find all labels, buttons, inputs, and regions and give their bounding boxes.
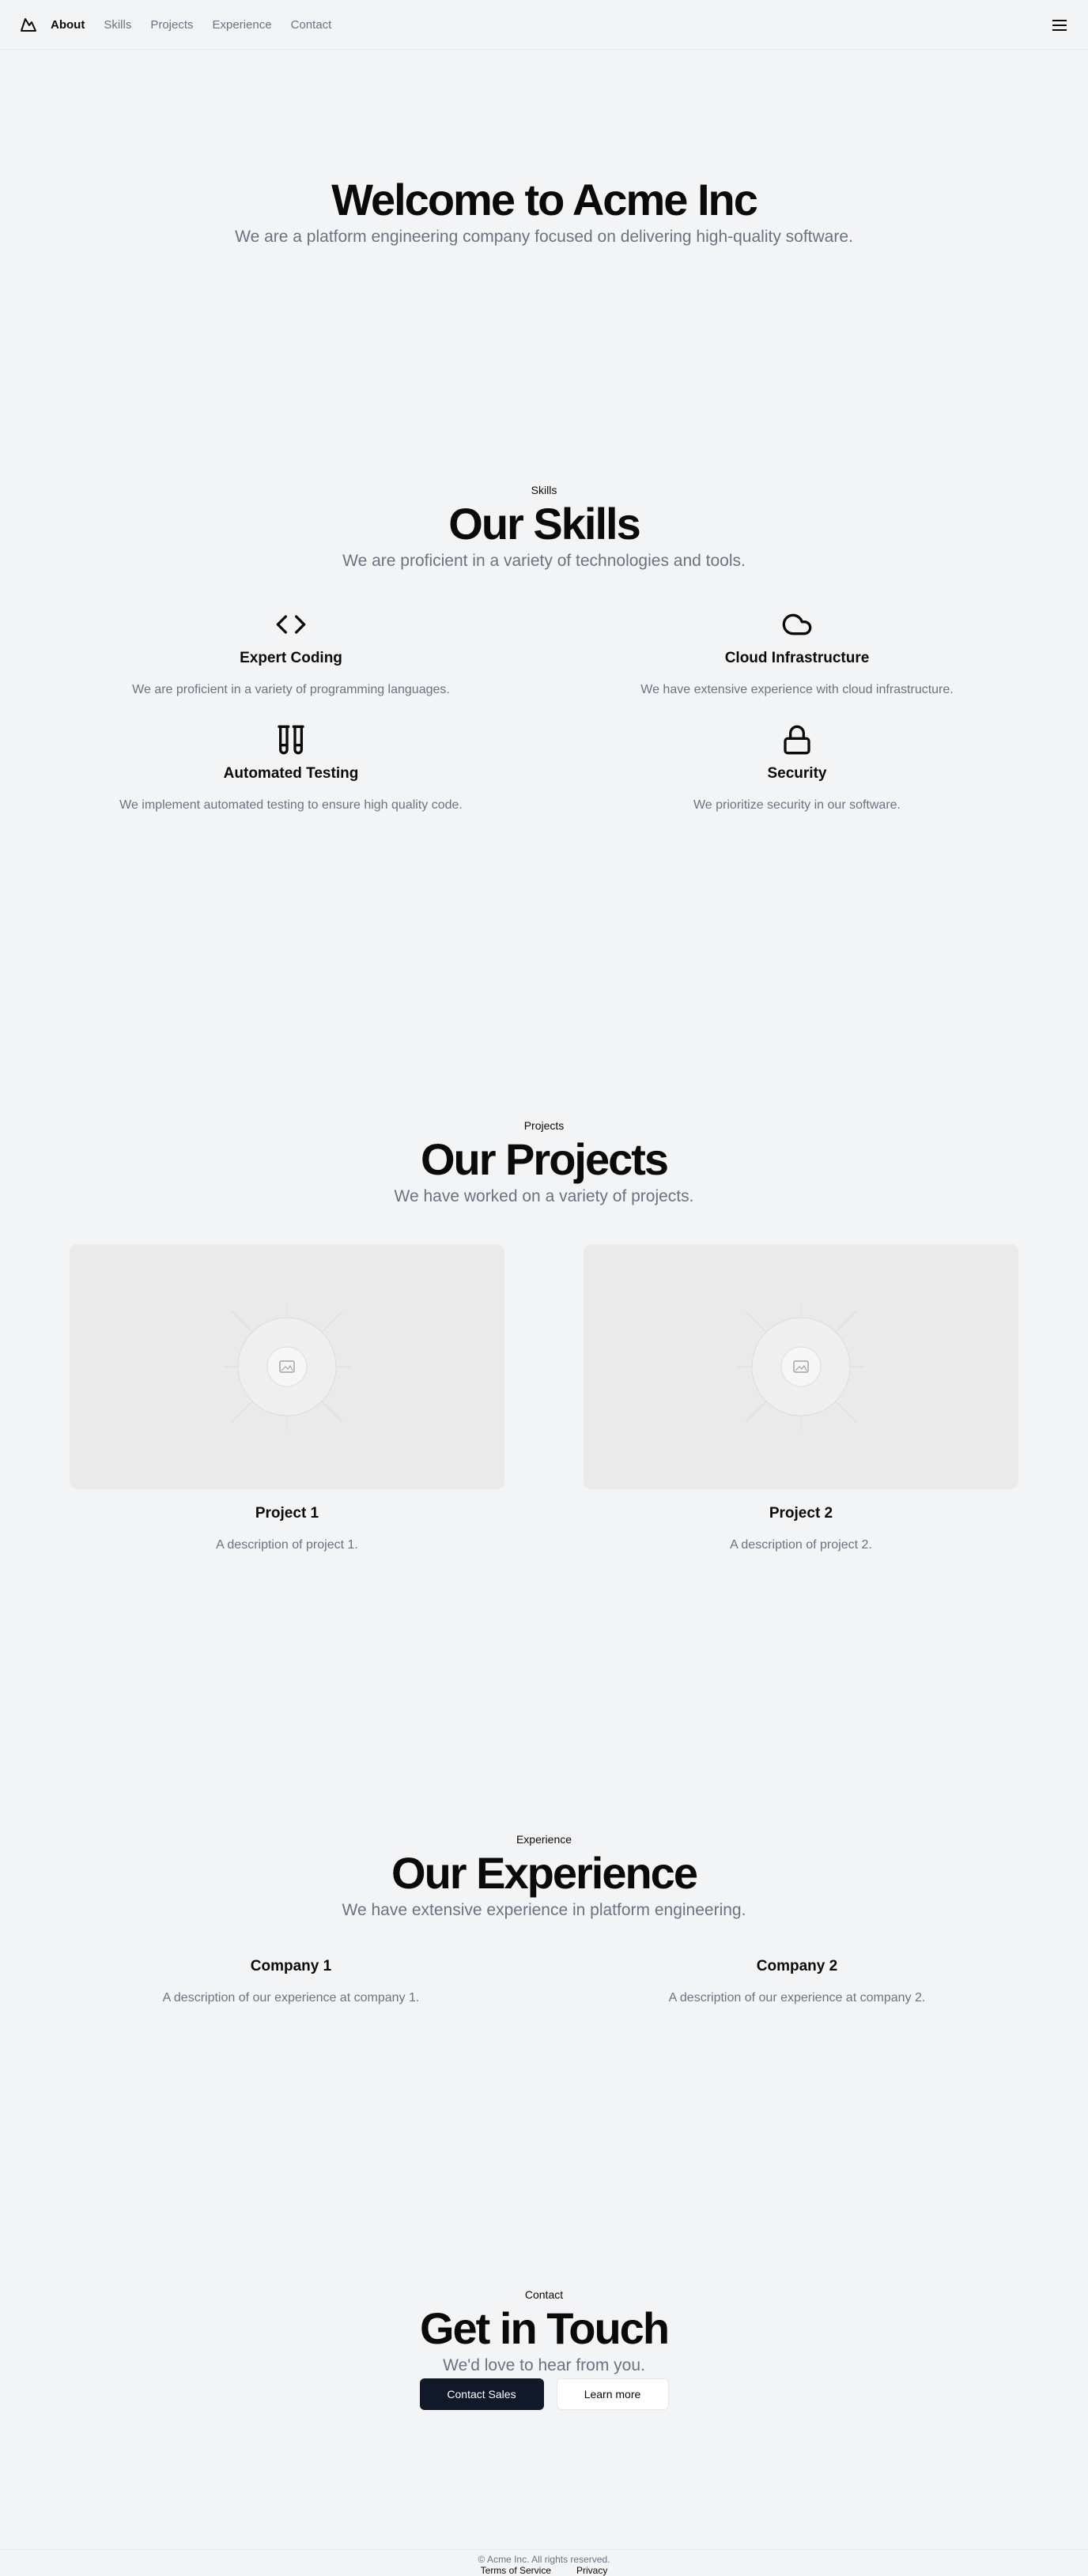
skill-card: Security We prioritize security in our s… <box>576 724 1018 813</box>
code-icon <box>70 609 512 640</box>
cloud-icon <box>576 609 1018 640</box>
hero-title: Welcome to Acme Inc <box>331 175 758 224</box>
projects-grid: Project 1 A description of project 1. Pr… <box>0 1243 1088 1552</box>
experience-section: Experience Our Experience We have extens… <box>0 1833 1088 2005</box>
nav-item-experience[interactable]: Experience <box>213 18 272 32</box>
skill-card: Cloud Infrastructure We have extensive e… <box>576 609 1018 697</box>
contact-sales-button[interactable]: Contact Sales <box>419 2378 544 2410</box>
experience-subtitle: We have extensive experience in platform… <box>342 1900 746 1919</box>
test-tubes-icon <box>70 724 512 756</box>
project-title: Project 2 <box>769 1504 833 1522</box>
nav-item-contact[interactable]: Contact <box>291 18 332 32</box>
nav-item-skills[interactable]: Skills <box>104 18 131 32</box>
experience-grid: Company 1 A description of our experienc… <box>0 1958 1088 2005</box>
project-text: A description of project 1. <box>216 1537 358 1552</box>
skill-text: We implement automated testing to ensure… <box>119 798 463 812</box>
nav-item-about[interactable]: About <box>51 18 85 32</box>
projects-subtitle: We have worked on a variety of projects. <box>394 1186 694 1205</box>
skill-title: Security <box>767 764 827 782</box>
hero-subtitle: We are a platform engineering company fo… <box>235 227 853 246</box>
contact-title: Get in Touch <box>419 2303 670 2353</box>
skill-title: Expert Coding <box>240 649 342 666</box>
project-card[interactable]: Project 2 A description of project 2. <box>584 1243 1018 1552</box>
experience-text: A description of our experience at compa… <box>668 1990 926 2005</box>
copyright-text: © Acme Inc. All rights reserved. <box>478 2554 610 2565</box>
contact-buttons: Contact Sales Learn more <box>0 2378 1088 2410</box>
lock-icon <box>576 724 1018 756</box>
experience-text: A description of our experience at compa… <box>162 1990 420 2005</box>
project-image-placeholder <box>70 1243 504 1489</box>
site-footer: © Acme Inc. All rights reserved. Terms o… <box>0 2549 1088 2576</box>
skill-card: Automated Testing We implement automated… <box>70 724 512 813</box>
mountain-icon[interactable] <box>19 15 38 34</box>
skills-section: Skills Our Skills We are proficient in a… <box>0 484 1088 813</box>
skills-grid: Expert Coding We are proficient in a var… <box>0 609 1088 813</box>
nav-item-projects[interactable]: Projects <box>150 18 193 32</box>
image-placeholder-icon <box>738 1303 864 1430</box>
image-placeholder-icon <box>224 1303 350 1430</box>
experience-title: Our Experience <box>391 1848 698 1898</box>
main-nav: About Skills Projects Experience Contact <box>51 18 350 32</box>
experience-card: Company 2 A description of our experienc… <box>576 1958 1018 2005</box>
skill-text: We are proficient in a variety of progra… <box>132 682 450 696</box>
projects-title: Our Projects <box>420 1134 669 1184</box>
contact-eyebrow: Contact <box>524 2288 564 2301</box>
contact-subtitle: We'd love to hear from you. <box>443 2355 645 2374</box>
skill-title: Cloud Infrastructure <box>724 649 870 666</box>
skill-card: Expert Coding We are proficient in a var… <box>70 609 512 697</box>
project-text: A description of project 2. <box>730 1537 872 1552</box>
skills-subtitle: We are proficient in a variety of techno… <box>342 551 746 570</box>
learn-more-button[interactable]: Learn more <box>556 2378 669 2410</box>
contact-section: Contact Get in Touch We'd love to hear f… <box>0 2288 1088 2410</box>
site-header: About Skills Projects Experience Contact <box>0 0 1088 50</box>
skill-title: Automated Testing <box>223 764 359 782</box>
experience-company: Company 2 <box>756 1957 838 1974</box>
experience-eyebrow: Experience <box>516 1833 572 1846</box>
experience-company: Company 1 <box>250 1957 332 1974</box>
skills-title: Our Skills <box>448 499 640 549</box>
project-title: Project 1 <box>255 1504 319 1522</box>
projects-section: Projects Our Projects We have worked on … <box>0 1119 1088 1552</box>
experience-card: Company 1 A description of our experienc… <box>70 1958 512 2005</box>
projects-eyebrow: Projects <box>523 1119 565 1132</box>
skills-eyebrow: Skills <box>531 484 557 496</box>
project-image-placeholder <box>584 1243 1018 1489</box>
project-card[interactable]: Project 1 A description of project 1. <box>70 1243 504 1552</box>
hero-section: Welcome to Acme Inc We are a platform en… <box>0 175 1088 247</box>
skill-text: We have extensive experience with cloud … <box>640 682 954 696</box>
skill-text: We prioritize security in our software. <box>693 798 901 812</box>
menu-icon[interactable] <box>1050 16 1069 35</box>
